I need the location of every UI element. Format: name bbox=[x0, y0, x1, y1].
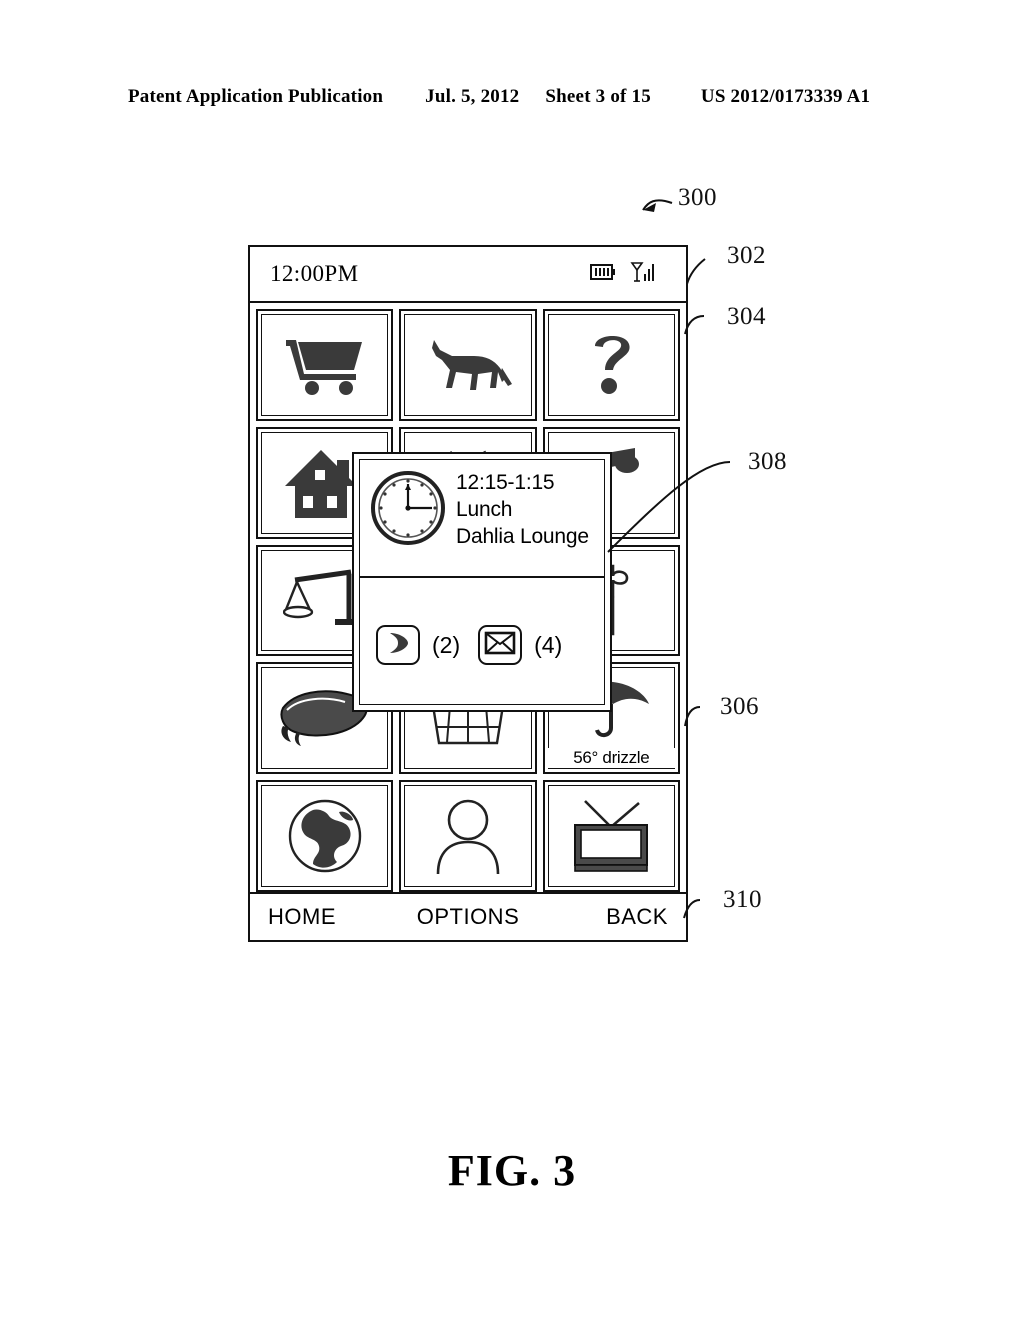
unread-messages-count: (4) bbox=[534, 631, 563, 658]
tile-label-weather: 56° drizzle bbox=[544, 748, 678, 769]
status-bar: 12:00PM bbox=[250, 247, 686, 303]
analog-clock-icon bbox=[370, 470, 446, 551]
tile-television[interactable] bbox=[542, 780, 680, 892]
tile-animal[interactable] bbox=[399, 309, 537, 421]
missed-calls-count: (2) bbox=[432, 631, 461, 658]
status-bar-icons bbox=[590, 261, 672, 288]
soft-key-back[interactable]: BACK bbox=[535, 904, 686, 930]
reference-numeral-308: 308 bbox=[748, 448, 787, 475]
reference-numeral-310: 310 bbox=[723, 886, 762, 913]
reference-numeral-304: 304 bbox=[727, 303, 766, 330]
reference-numeral-302: 302 bbox=[727, 242, 766, 269]
person-icon bbox=[432, 798, 504, 875]
notification-popup[interactable]: 12:15-1:15 Lunch Dahlia Lounge (2) (4) bbox=[352, 452, 612, 712]
tv-icon bbox=[569, 799, 653, 873]
soft-key-options[interactable]: OPTIONS bbox=[401, 904, 534, 930]
reference-numeral-306: 306 bbox=[720, 693, 759, 720]
tile-contacts[interactable] bbox=[399, 780, 537, 892]
missed-calls-button[interactable] bbox=[376, 625, 420, 665]
globe-icon bbox=[287, 798, 363, 874]
popup-time-range: 12:15-1:15 bbox=[456, 471, 555, 494]
shopping-cart-icon bbox=[282, 334, 368, 396]
envelope-icon bbox=[484, 631, 516, 660]
status-bar-time: 12:00PM bbox=[270, 261, 359, 286]
popup-appointment-section: 12:15-1:15 Lunch Dahlia Lounge bbox=[354, 454, 610, 574]
popup-appointment-text: 12:15-1:15 Lunch Dahlia Lounge bbox=[456, 470, 589, 551]
soft-key-home[interactable]: HOME bbox=[250, 904, 401, 930]
signal-bars-icon bbox=[630, 261, 656, 288]
reference-numeral-300: 300 bbox=[678, 184, 717, 211]
publication-header: Patent Application Publication Jul. 5, 2… bbox=[128, 86, 896, 112]
sheet-number: Sheet 3 of 15 bbox=[545, 86, 651, 107]
popup-notifications-section: (2) (4) bbox=[354, 578, 610, 712]
popup-title: Lunch bbox=[456, 497, 513, 521]
question-mark-icon bbox=[585, 330, 637, 400]
unread-messages-button[interactable] bbox=[478, 625, 523, 665]
tile-help[interactable] bbox=[542, 309, 680, 421]
horse-icon bbox=[422, 334, 514, 396]
soft-key-bar: HOME OPTIONS BACK bbox=[250, 892, 686, 940]
figure-caption: FIG. 3 bbox=[447, 1146, 577, 1195]
document-number: US 2012/0173339 A1 bbox=[700, 86, 871, 107]
publication-label: Patent Application Publication bbox=[128, 86, 384, 107]
phone-handset-icon bbox=[384, 630, 412, 661]
battery-icon bbox=[590, 263, 616, 286]
tile-shopping-cart[interactable] bbox=[256, 309, 394, 421]
tile-world[interactable] bbox=[256, 780, 394, 892]
publication-date: Jul. 5, 2012 bbox=[425, 86, 520, 107]
popup-location: Dahlia Lounge bbox=[456, 524, 589, 548]
